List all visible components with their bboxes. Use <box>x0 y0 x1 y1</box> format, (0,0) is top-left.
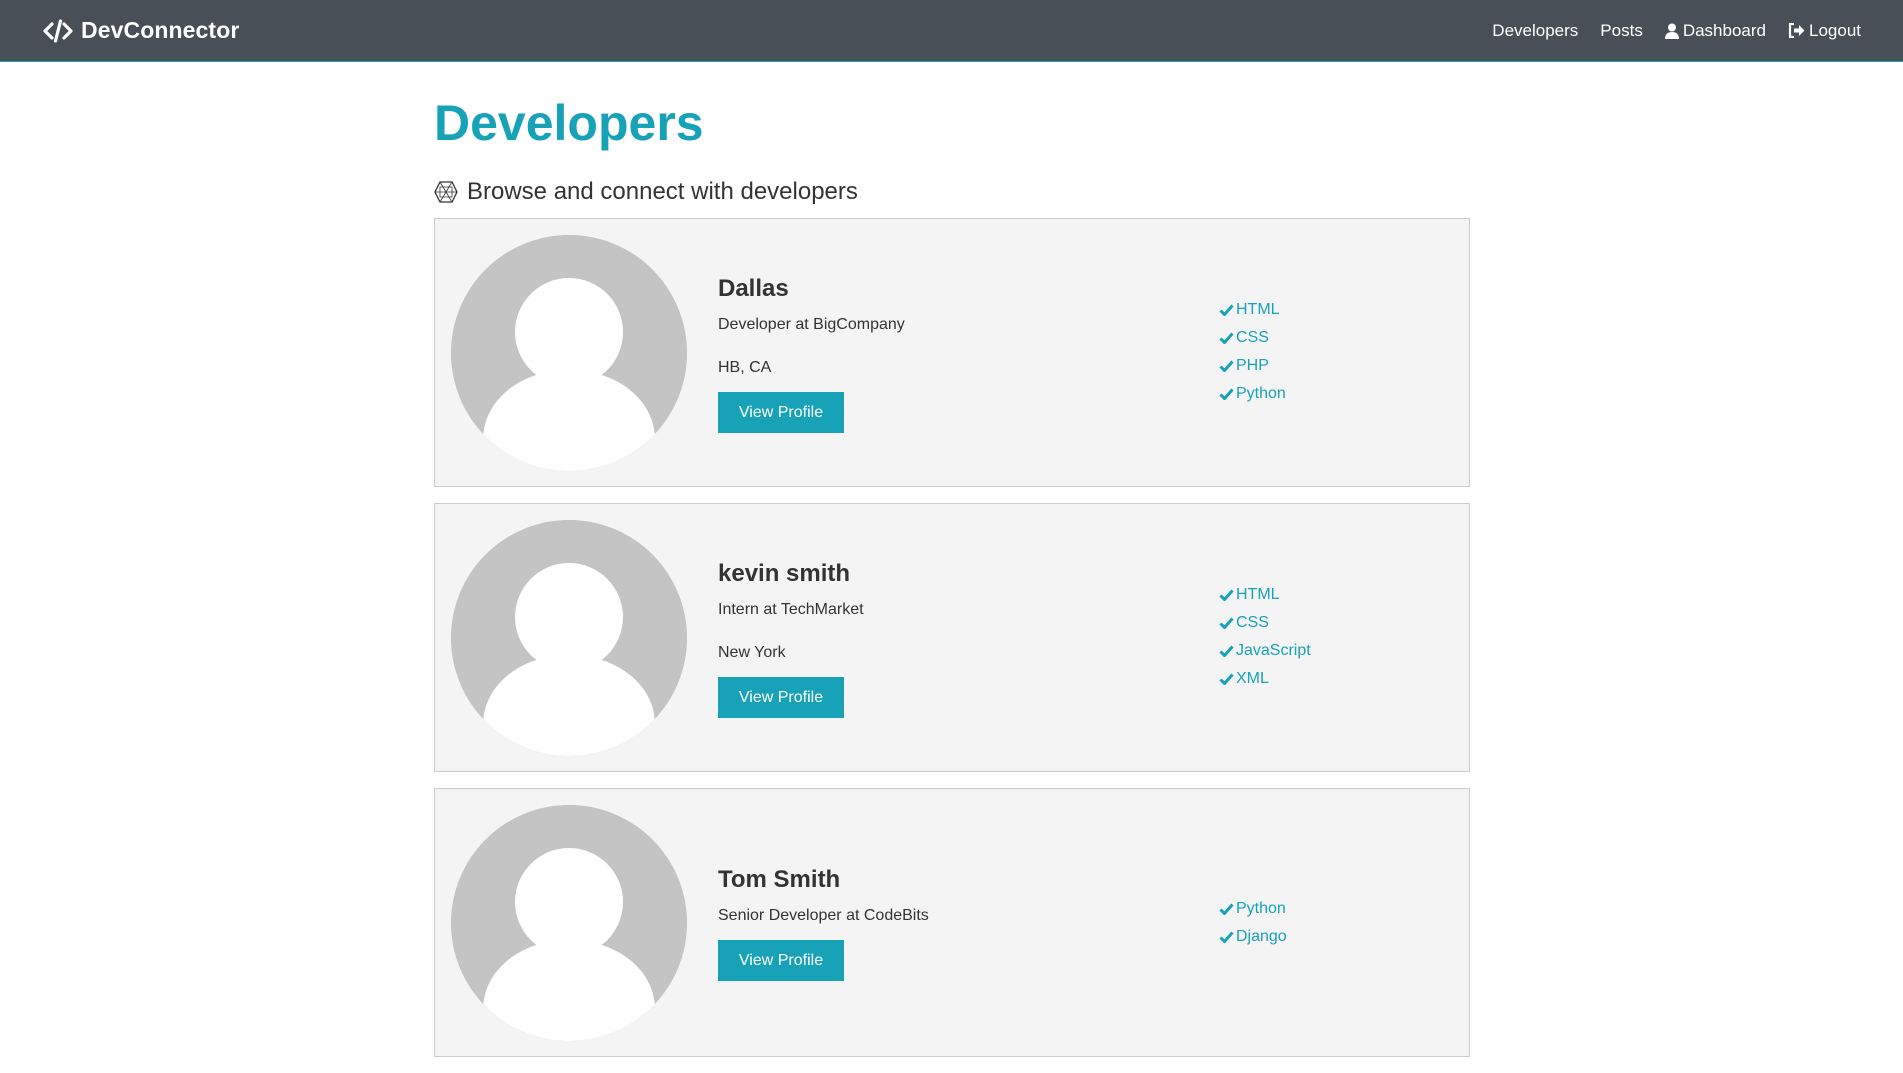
profile-location: New York <box>718 643 786 661</box>
profile-info: Tom Smith Senior Developer at CodeBits V… <box>718 866 1178 981</box>
profile-card: Dallas Developer at BigCompany HB, CA Vi… <box>434 218 1470 487</box>
user-placeholder-icon <box>451 235 687 471</box>
profile-status: Senior Developer at CodeBits <box>718 906 929 924</box>
page-lead-text: Browse and connect with developers <box>467 178 858 205</box>
navbar: DevConnector Developers Posts Dashboard … <box>0 0 1903 62</box>
skill-item: XML <box>1219 665 1311 693</box>
nav-logout-label: Logout <box>1809 20 1861 40</box>
nav-posts-link[interactable]: Posts <box>1600 21 1643 41</box>
skill-label: Python <box>1236 900 1286 917</box>
profiles-list: Dallas Developer at BigCompany HB, CA Vi… <box>434 218 1470 1057</box>
skill-item: CSS <box>1219 609 1311 637</box>
nav-dashboard-link[interactable]: Dashboard <box>1664 20 1766 41</box>
user-placeholder-icon <box>451 805 687 1041</box>
skill-label: CSS <box>1236 614 1269 631</box>
skill-label: Django <box>1236 928 1287 945</box>
check-icon <box>1219 617 1234 629</box>
check-icon <box>1219 304 1234 316</box>
check-icon <box>1219 673 1234 685</box>
check-icon <box>1219 645 1234 657</box>
skills-list: HTML CSS PHP Python <box>1219 296 1286 408</box>
skill-item: HTML <box>1219 296 1286 324</box>
nav-developers-link[interactable]: Developers <box>1492 21 1578 41</box>
skill-label: HTML <box>1236 586 1280 603</box>
user-placeholder-icon <box>451 520 687 756</box>
profile-location: HB, CA <box>718 358 772 376</box>
skill-item: HTML <box>1219 581 1311 609</box>
nav-logout-link[interactable]: Logout <box>1788 21 1861 41</box>
profile-name: Tom Smith <box>718 866 841 893</box>
brand-link[interactable]: DevConnector <box>43 17 239 44</box>
nav-posts-label: Posts <box>1600 20 1643 40</box>
skill-label: JavaScript <box>1236 642 1311 659</box>
profile-name: Dallas <box>718 275 789 302</box>
skill-label: XML <box>1236 670 1269 687</box>
profile-card: Tom Smith Senior Developer at CodeBits V… <box>434 788 1470 1057</box>
check-icon <box>1219 931 1234 943</box>
page-lead: Browse and connect with developers <box>434 178 1470 206</box>
connectdevelop-icon <box>434 181 458 203</box>
avatar <box>451 520 687 756</box>
profile-name: kevin smith <box>718 560 851 587</box>
skill-label: CSS <box>1236 329 1269 346</box>
brand-title: DevConnector <box>81 17 240 43</box>
profile-status: Intern at TechMarket <box>718 600 864 618</box>
skill-item: JavaScript <box>1219 637 1311 665</box>
page-title: Developers <box>434 95 704 151</box>
skill-label: Python <box>1236 385 1286 402</box>
user-icon <box>1664 23 1679 39</box>
profile-info: Dallas Developer at BigCompany HB, CA Vi… <box>718 275 1178 433</box>
main-container: Developers Browse and connect with devel… <box>434 62 1470 1073</box>
check-icon <box>1219 332 1234 344</box>
view-profile-button[interactable]: View Profile <box>718 676 844 718</box>
skill-label: PHP <box>1236 357 1269 374</box>
avatar <box>451 235 687 471</box>
check-icon <box>1219 388 1234 400</box>
skills-list: HTML CSS JavaScript XML <box>1219 581 1311 693</box>
profile-status: Developer at BigCompany <box>718 315 905 333</box>
check-icon <box>1219 360 1234 372</box>
skill-item: Python <box>1219 380 1286 408</box>
nav-dashboard-label: Dashboard <box>1682 20 1766 40</box>
view-profile-button[interactable]: View Profile <box>718 391 844 433</box>
view-profile-button[interactable]: View Profile <box>718 939 844 981</box>
nav-developers-label: Developers <box>1492 20 1579 40</box>
skill-item: Python <box>1219 895 1287 923</box>
nav-links: Developers Posts Dashboard Logout <box>1470 21 1861 41</box>
check-icon <box>1219 589 1234 601</box>
profile-info: kevin smith Intern at TechMarket New Yor… <box>718 560 1178 718</box>
skill-label: HTML <box>1236 301 1280 318</box>
check-icon <box>1219 903 1234 915</box>
skill-item: PHP <box>1219 352 1286 380</box>
avatar <box>451 805 687 1041</box>
code-icon <box>43 18 73 43</box>
skill-item: CSS <box>1219 324 1286 352</box>
profile-card: kevin smith Intern at TechMarket New Yor… <box>434 503 1470 772</box>
skill-item: Django <box>1219 923 1287 951</box>
sign-out-icon <box>1788 23 1805 38</box>
skills-list: Python Django <box>1219 895 1287 951</box>
